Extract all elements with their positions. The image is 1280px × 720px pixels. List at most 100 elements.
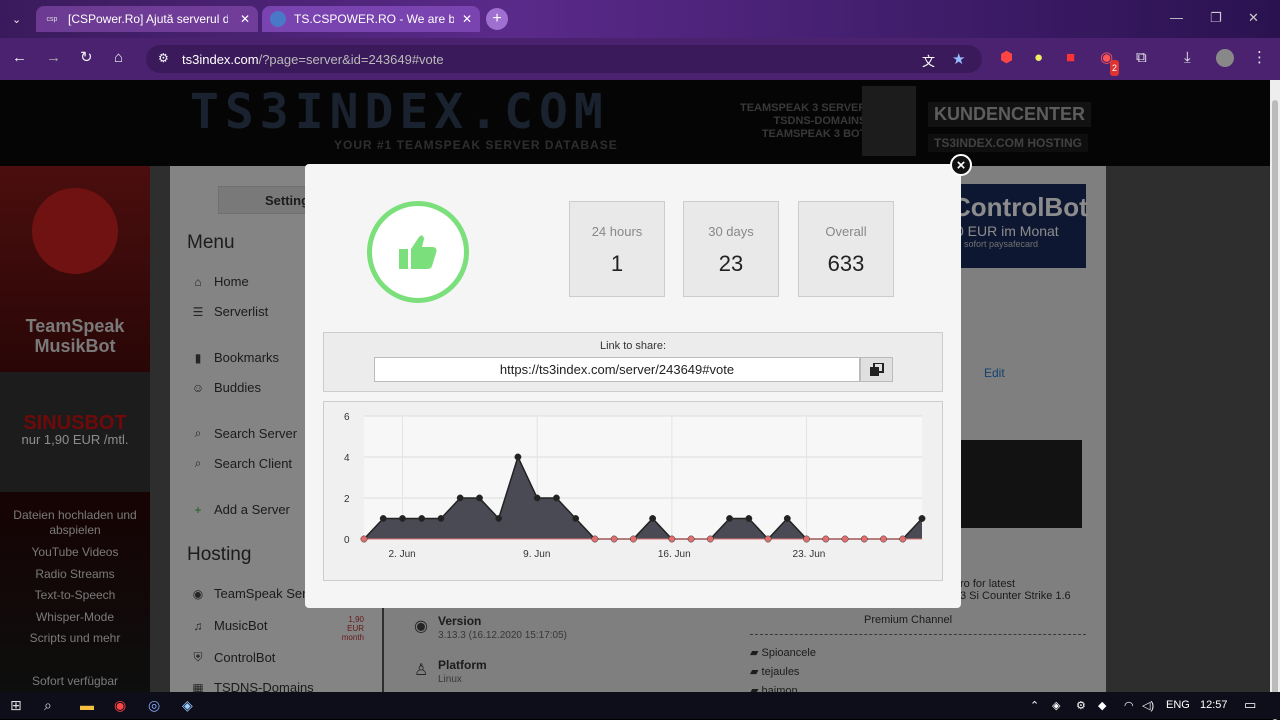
- share-label: Link to share:: [599, 340, 667, 352]
- stat-24-hours: 24 hours 1: [569, 201, 665, 297]
- chart-point: [552, 494, 560, 502]
- chrome-icon[interactable]: ◉: [114, 697, 126, 714]
- scrollbar-thumb[interactable]: [1272, 100, 1278, 720]
- url-host: ts3index.com: [182, 51, 259, 67]
- vote-modal: 24 hours 1 30 days 23 Overall 633 Link t…: [305, 164, 961, 608]
- extension-icon[interactable]: ●: [1034, 50, 1043, 66]
- address-bar[interactable]: ⚙ ts3index.com/?page=server&id=243649#vo…: [146, 45, 982, 73]
- adblock-icon[interactable]: ⬢: [1000, 50, 1013, 66]
- language-indicator[interactable]: ENG: [1166, 699, 1190, 711]
- forward-icon[interactable]: →: [46, 50, 61, 66]
- close-window-icon[interactable]: ✕: [1248, 10, 1259, 26]
- tab-label: [CSPower.Ro] Ajută serverul de: [68, 12, 228, 26]
- download-icon[interactable]: ⤓: [1184, 50, 1191, 66]
- extension-badge: 2: [1110, 60, 1120, 76]
- tab-search-icon[interactable]: ⌄: [12, 12, 21, 28]
- close-tab-icon[interactable]: ✕: [240, 12, 250, 26]
- y-tick-label: 2: [344, 494, 350, 505]
- close-tab-icon[interactable]: ✕: [462, 12, 472, 26]
- steam-icon[interactable]: ◈: [182, 697, 193, 714]
- y-tick-label: 6: [344, 412, 350, 423]
- x-tick-label: 9. Jun: [523, 549, 550, 560]
- chart-point: [860, 535, 868, 543]
- puzzle-icon[interactable]: ⧉: [1136, 50, 1147, 66]
- vote-area-chart: 0 2 4 6 2. Jun 9. Jun 16. Jun 23. Jun: [344, 412, 926, 560]
- tray-chevron-icon[interactable]: ⌃: [1030, 699, 1039, 712]
- folder-icon[interactable]: ▬: [80, 697, 94, 713]
- close-modal-button[interactable]: ×: [950, 154, 972, 176]
- chart-point: [456, 494, 464, 502]
- chart-point: [803, 535, 811, 543]
- chart-point: [918, 515, 926, 522]
- clock[interactable]: 12:57: [1200, 699, 1228, 711]
- chart-point: [629, 535, 637, 543]
- windows-start-icon[interactable]: ⊞: [10, 697, 22, 714]
- windows-taskbar: ⊞ ⌕ ▬ ◉ ◎ ◈ ⌃ ◈ ⚙ ◆ ◠ ◁) ENG 12:57 ▭: [0, 692, 1280, 719]
- tab-cspower[interactable]: csp [CSPower.Ro] Ajută serverul de ✕: [36, 6, 258, 32]
- stat-30-days: 30 days 23: [683, 201, 779, 297]
- extension-icon[interactable]: ■: [1066, 50, 1075, 66]
- stat-label: Overall: [825, 224, 867, 239]
- chart-point: [379, 515, 387, 522]
- notifications-icon[interactable]: ▭: [1244, 697, 1256, 713]
- wifi-icon[interactable]: ◠: [1124, 699, 1134, 712]
- x-tick-label: 16. Jun: [658, 549, 691, 560]
- stat-value: 23: [718, 251, 744, 276]
- app-icon[interactable]: ◎: [148, 697, 160, 714]
- y-tick-label: 0: [344, 535, 350, 546]
- stat-value: 1: [610, 251, 624, 276]
- tray-icon[interactable]: ⚙: [1076, 699, 1086, 712]
- bookmark-star-icon[interactable]: ★: [952, 50, 965, 68]
- copy-icon: [869, 362, 884, 376]
- stat-value: 633: [827, 251, 865, 276]
- share-url-input[interactable]: https://ts3index.com/server/243649#vote: [374, 357, 860, 382]
- chart-point: [726, 515, 734, 522]
- chart-point: [360, 535, 368, 543]
- chart-point: [437, 515, 445, 522]
- globe-icon: [270, 11, 286, 27]
- tray-icon[interactable]: ◆: [1098, 699, 1106, 712]
- chart-point: [764, 535, 772, 543]
- chart-point: [687, 535, 695, 543]
- minimize-icon[interactable]: —: [1170, 10, 1183, 25]
- menu-icon[interactable]: ⋮: [1252, 50, 1267, 66]
- chart-point: [668, 535, 676, 543]
- translate-icon[interactable]: 文: [922, 51, 935, 70]
- chart-point: [495, 515, 503, 522]
- y-tick-label: 4: [344, 453, 350, 464]
- chart-point: [533, 494, 541, 502]
- x-tick-label: 23. Jun: [793, 549, 826, 560]
- avatar[interactable]: [1216, 49, 1234, 67]
- chart-point: [418, 515, 426, 522]
- chart-point: [899, 535, 907, 543]
- vote-chart: 0 2 4 6 2. Jun 9. Jun 16. Jun 23. Jun: [323, 401, 943, 581]
- tab-ts-cspower[interactable]: TS.CSPOWER.RO - We are back ✕: [262, 6, 480, 32]
- restore-icon[interactable]: ❐: [1210, 10, 1222, 26]
- home-icon[interactable]: ⌂: [114, 50, 123, 66]
- new-tab-button[interactable]: +: [486, 8, 508, 30]
- steam-tray-icon[interactable]: ◈: [1052, 699, 1060, 712]
- url-path: /?page=server&id=243649#vote: [258, 51, 444, 67]
- page-scrollbar[interactable]: [1270, 80, 1280, 720]
- stat-overall: Overall 633: [798, 201, 894, 297]
- vote-thumb-button[interactable]: [367, 201, 469, 303]
- search-icon[interactable]: ⌕: [44, 697, 52, 714]
- reload-icon[interactable]: ↻: [80, 50, 93, 66]
- chart-point: [475, 494, 483, 502]
- copy-button[interactable]: [860, 357, 893, 382]
- chart-point: [572, 515, 580, 522]
- chart-point: [514, 453, 522, 461]
- chart-point: [591, 535, 599, 543]
- site-info-icon[interactable]: ⚙: [158, 51, 169, 65]
- csp-favicon-icon: csp: [46, 15, 58, 23]
- thumbs-up-icon: [399, 235, 437, 269]
- chart-point: [649, 515, 657, 522]
- back-icon[interactable]: ←: [12, 50, 27, 66]
- browser-tab-bar: ⌄ csp [CSPower.Ro] Ajută serverul de ✕ T…: [0, 0, 1280, 38]
- stat-label: 24 hours: [591, 224, 643, 239]
- volume-icon[interactable]: ◁): [1142, 699, 1154, 712]
- chart-point: [841, 535, 849, 543]
- tab-label: TS.CSPOWER.RO - We are back: [294, 12, 454, 26]
- chart-point: [745, 515, 753, 522]
- chart-point: [880, 535, 887, 543]
